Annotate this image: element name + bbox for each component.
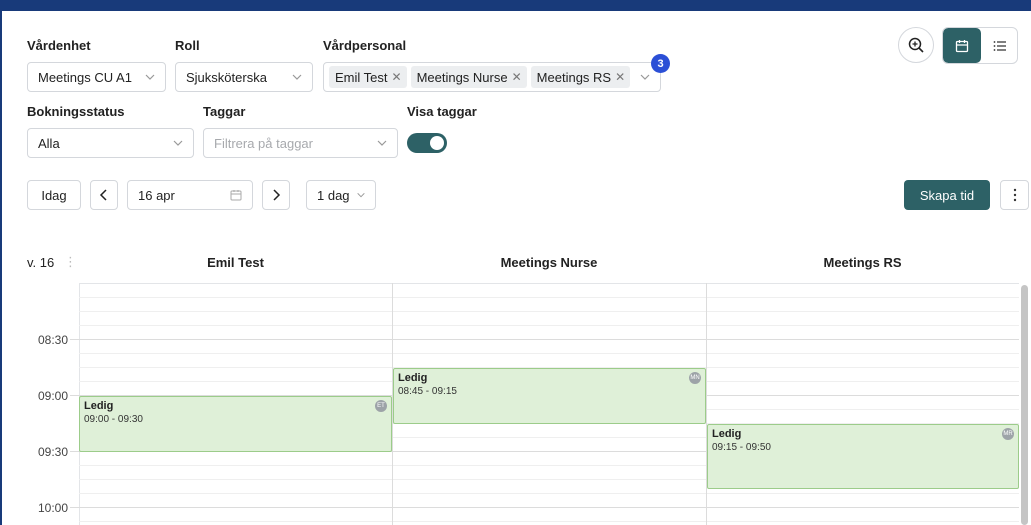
time-tick <box>70 339 79 340</box>
visa-taggar-label: Visa taggar <box>407 104 477 119</box>
column-header-emil-test: Emil Test <box>207 255 264 270</box>
chevron-down-icon <box>357 192 365 198</box>
vardpersonal-select[interactable]: Emil Test ✕ Meetings Nurse ✕ Meetings RS ✕ <box>323 62 661 92</box>
view-toggle <box>942 27 1018 64</box>
close-icon[interactable]: ✕ <box>392 70 402 84</box>
close-icon[interactable]: ✕ <box>615 70 625 84</box>
calendar-view-button[interactable] <box>943 28 981 63</box>
chevron-down-icon <box>145 74 155 80</box>
window-left-border <box>0 0 2 525</box>
vardenhet-value: Meetings CU A1 <box>38 69 132 85</box>
column-divider <box>706 283 707 525</box>
event-title: Ledig <box>712 428 742 440</box>
time-tick <box>70 507 79 508</box>
close-icon[interactable]: ✕ <box>512 70 522 84</box>
tag-label: Emil Test <box>335 69 388 85</box>
event-title: Ledig <box>398 372 428 384</box>
visa-taggar-toggle[interactable] <box>407 133 447 153</box>
column-header-meetings-nurse: Meetings Nurse <box>500 255 598 270</box>
chevron-down-icon <box>377 140 387 146</box>
avatar: ET <box>375 400 387 412</box>
window-top-border <box>0 0 1031 11</box>
vardpersonal-label: Vårdpersonal <box>323 38 407 53</box>
more-options-button[interactable] <box>1000 180 1029 210</box>
time-label: 09:30 <box>38 445 69 459</box>
grid-line-hour <box>79 507 1019 508</box>
event-time: 09:00 - 09:30 <box>84 414 143 425</box>
grid-line <box>79 297 1019 298</box>
grid-line-hour <box>79 339 1019 340</box>
grid-line <box>79 521 1019 522</box>
column-header-meetings-rs: Meetings RS <box>823 255 902 270</box>
chevron-down-icon <box>292 74 302 80</box>
vardpersonal-tag[interactable]: Meetings RS ✕ <box>530 66 631 88</box>
scrollbar[interactable] <box>1021 285 1028 525</box>
prev-day-button[interactable] <box>90 180 118 210</box>
view-range-value: 1 dag <box>317 187 350 203</box>
roll-value: Sjuksköterska <box>186 69 267 85</box>
taggar-placeholder: Filtrera på taggar <box>214 135 313 151</box>
time-tick <box>70 451 79 452</box>
week-menu-icon[interactable]: ⋮ <box>64 254 77 270</box>
event-time: 08:45 - 09:15 <box>398 386 457 397</box>
chevron-down-icon <box>640 74 650 80</box>
calendar-event[interactable]: Ledig 08:45 - 09:15 MN <box>393 368 706 424</box>
grid-line <box>79 325 1019 326</box>
event-title: Ledig <box>84 400 114 412</box>
date-value: 16 apr <box>138 187 175 203</box>
taggar-label: Taggar <box>203 104 246 119</box>
selected-count-badge: 3 <box>651 54 670 73</box>
bokningsstatus-label: Bokningsstatus <box>27 104 125 119</box>
vardpersonal-tag[interactable]: Emil Test ✕ <box>329 66 407 88</box>
vardenhet-label: Vårdenhet <box>27 38 91 53</box>
tag-label: Meetings Nurse <box>416 69 508 85</box>
time-tick <box>70 395 79 396</box>
toggle-knob <box>430 136 444 150</box>
chevron-down-icon <box>173 140 183 146</box>
bokningsstatus-value: Alla <box>38 135 60 151</box>
week-number: v. 16 <box>27 255 55 270</box>
list-icon <box>993 40 1006 51</box>
grid-line <box>79 353 1019 354</box>
avatar: MN <box>689 372 701 384</box>
more-vertical-icon <box>1013 188 1016 202</box>
create-time-button[interactable]: Skapa tid <box>904 180 990 210</box>
calendar-event[interactable]: Ledig 09:00 - 09:30 ET <box>79 396 392 452</box>
calendar-event[interactable]: Ledig 09:15 - 09:50 MR <box>707 424 1019 489</box>
list-view-button[interactable] <box>981 28 1017 63</box>
calendar-icon <box>230 190 242 201</box>
avatar: MR <box>1002 428 1014 440</box>
vardpersonal-tag[interactable]: Meetings Nurse ✕ <box>410 66 527 88</box>
vardenhet-select[interactable]: Meetings CU A1 <box>27 62 166 92</box>
view-range-select[interactable]: 1 dag <box>306 180 376 210</box>
date-picker[interactable]: 16 apr <box>127 180 253 210</box>
taggar-select[interactable]: Filtrera på taggar <box>203 128 398 158</box>
grid-line <box>79 493 1019 494</box>
zoom-in-icon <box>908 37 924 53</box>
grid-line <box>79 311 1019 312</box>
roll-label: Roll <box>175 38 200 53</box>
bokningsstatus-select[interactable]: Alla <box>27 128 194 158</box>
today-button[interactable]: Idag <box>27 180 81 210</box>
chevron-right-icon <box>273 189 281 201</box>
event-time: 09:15 - 09:50 <box>712 442 771 453</box>
chevron-left-icon <box>99 189 107 201</box>
next-day-button[interactable] <box>262 180 290 210</box>
roll-select[interactable]: Sjuksköterska <box>175 62 313 92</box>
time-label: 08:30 <box>38 333 69 347</box>
time-label: 10:00 <box>38 501 69 515</box>
time-label: 09:00 <box>38 389 69 403</box>
zoom-button[interactable] <box>898 27 934 63</box>
tag-label: Meetings RS <box>536 69 612 85</box>
calendar-icon <box>955 39 969 52</box>
